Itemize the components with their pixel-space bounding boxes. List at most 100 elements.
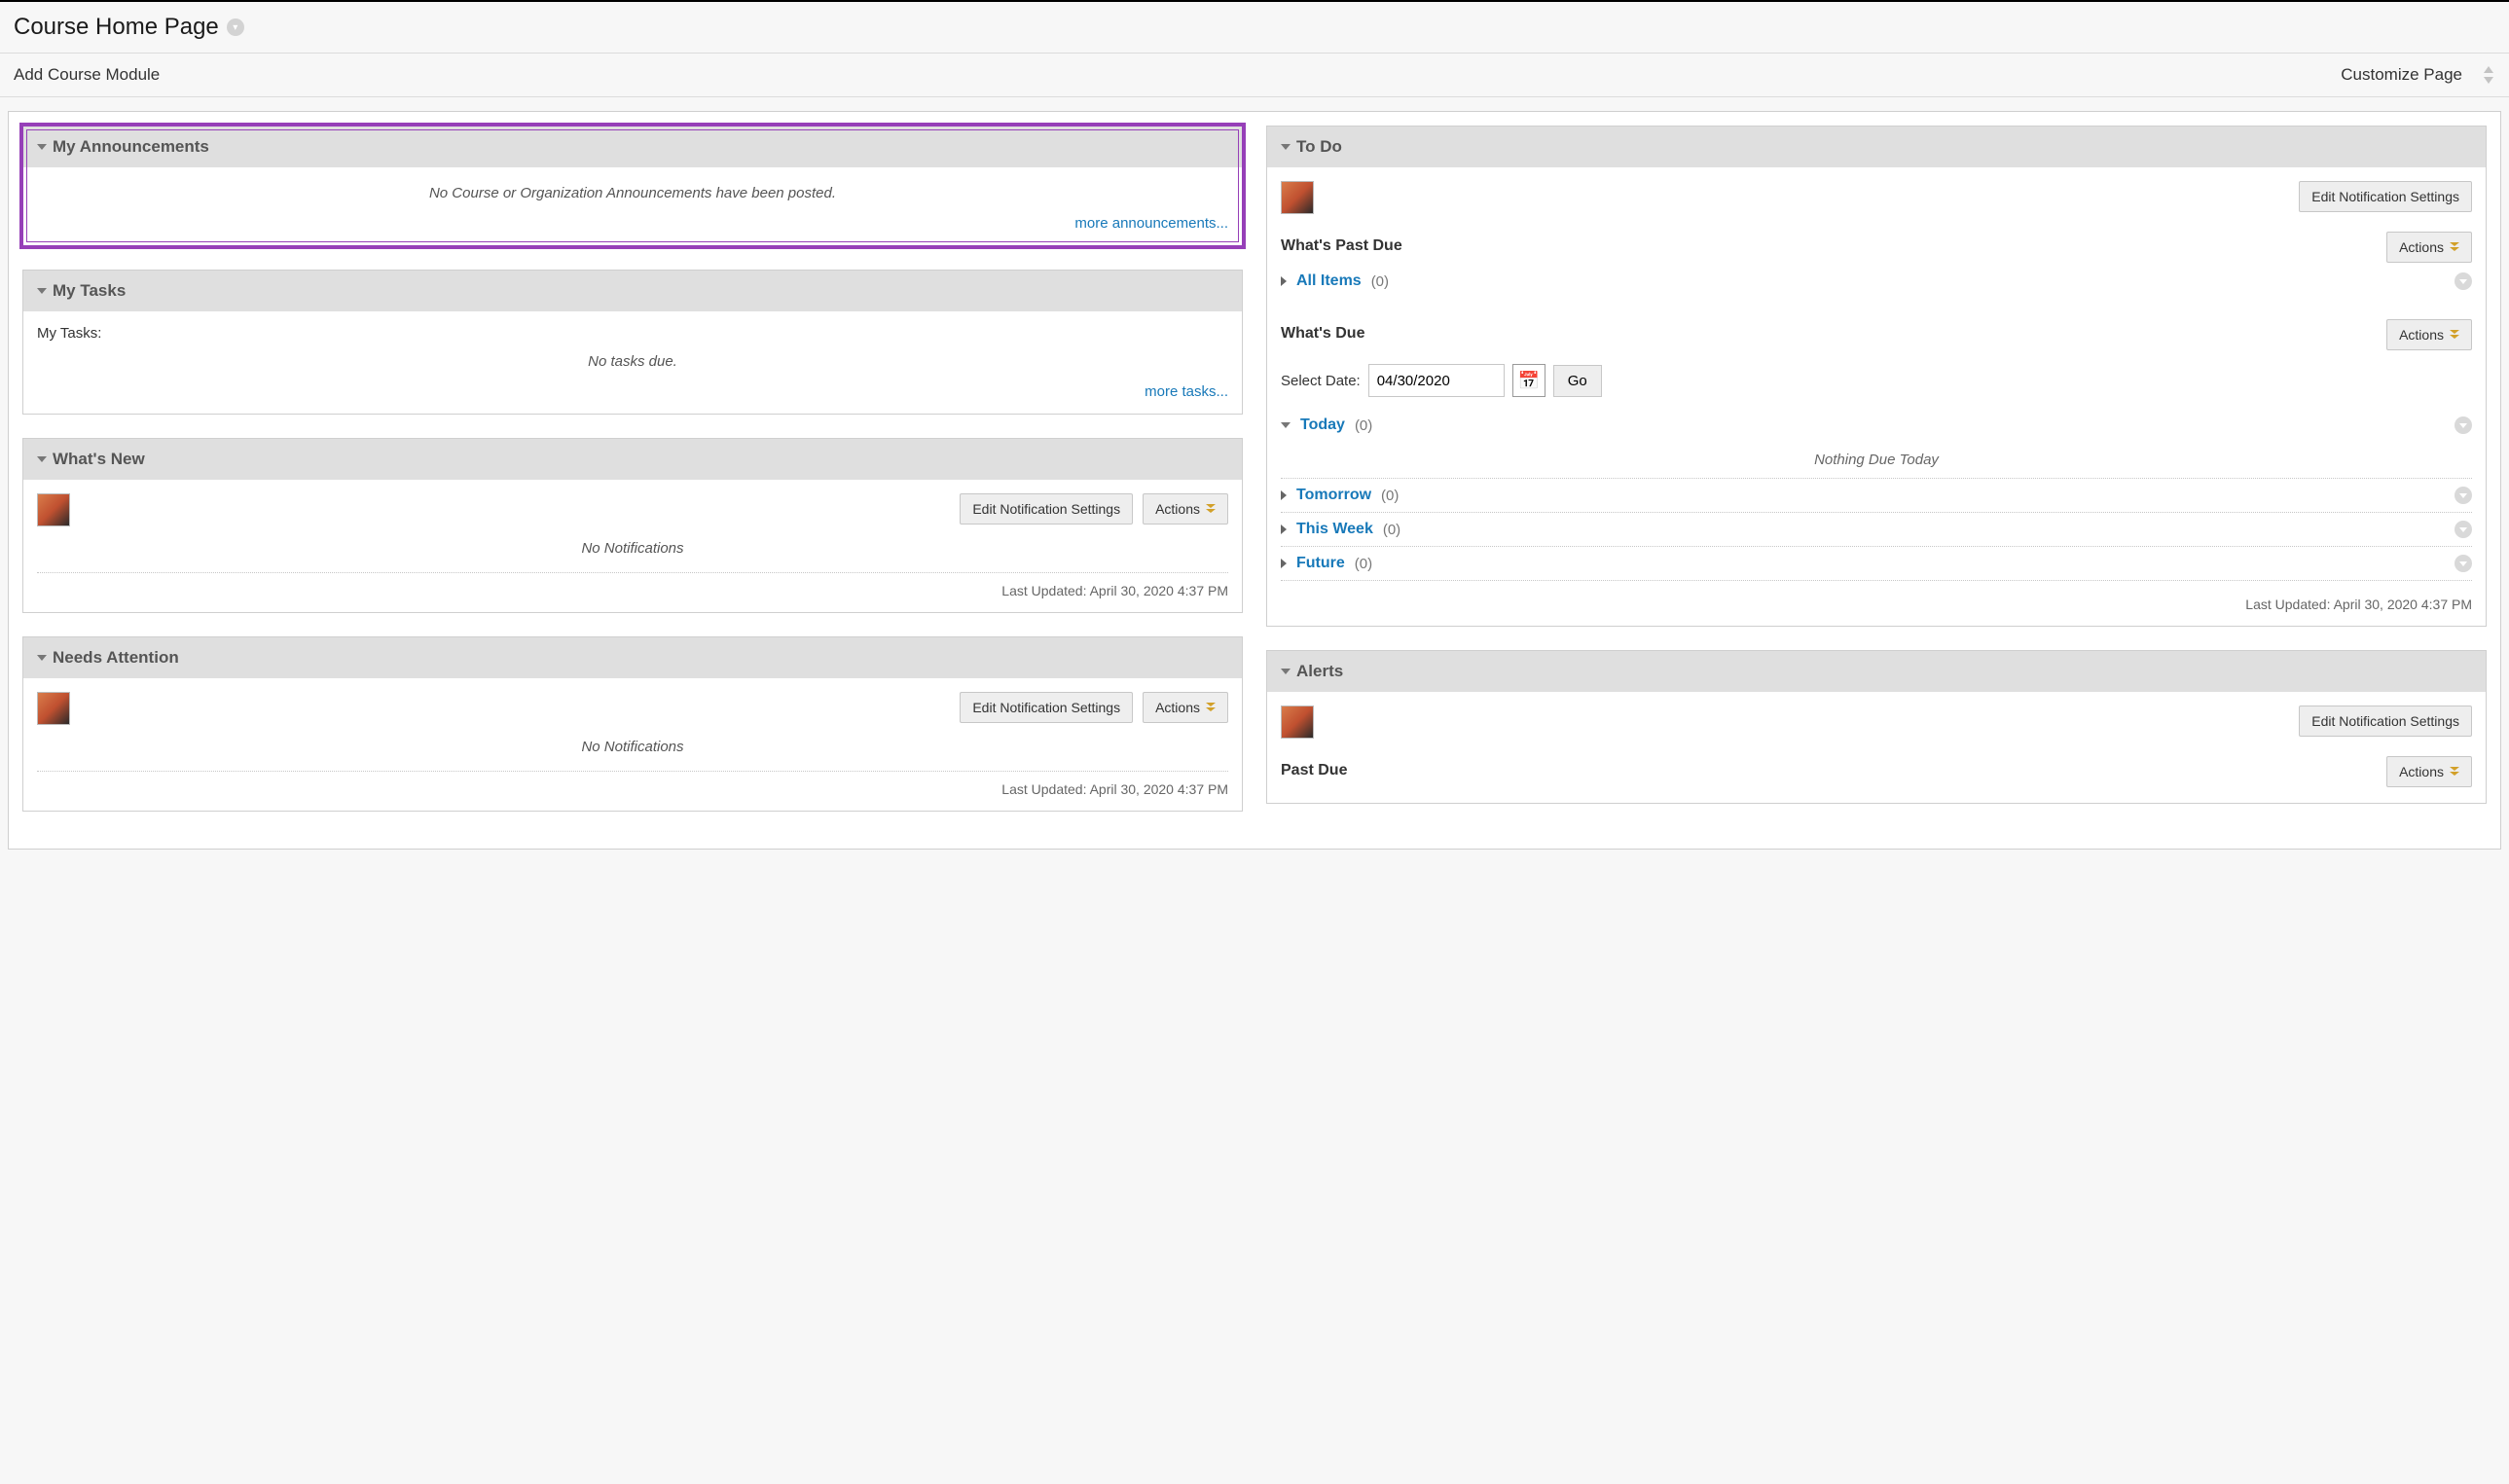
- collapse-icon: [1281, 669, 1291, 674]
- chevron-down-icon: [2450, 330, 2459, 342]
- needs-attention-header[interactable]: Needs Attention: [23, 637, 1242, 678]
- edit-notification-settings-button[interactable]: Edit Notification Settings: [2299, 706, 2472, 737]
- add-module-link[interactable]: Add Course Module: [14, 65, 160, 85]
- title-menu-icon[interactable]: ▾: [227, 18, 244, 36]
- announcements-body: No Course or Organization Announcements …: [23, 167, 1242, 245]
- this-week-link: This Week: [1296, 521, 1373, 538]
- columns: My Announcements No Course or Organizati…: [22, 126, 2487, 835]
- future-link: Future: [1296, 555, 1345, 572]
- future-row[interactable]: Future (0): [1281, 547, 2472, 581]
- whats-new-header[interactable]: What's New: [23, 439, 1242, 480]
- avatar: [37, 692, 70, 725]
- chevron-circle-icon[interactable]: [2454, 272, 2472, 290]
- alerts-title: Alerts: [1296, 662, 1343, 681]
- calendar-icon[interactable]: 📅: [1512, 364, 1545, 397]
- whats-new-updated: Last Updated: April 30, 2020 4:37 PM: [37, 583, 1228, 598]
- whats-new-body: Edit Notification Settings Actions No No…: [23, 480, 1242, 612]
- alerts-header[interactable]: Alerts: [1267, 651, 2486, 692]
- page-title-text: Course Home Page: [14, 14, 219, 41]
- chevron-down-icon: [1206, 703, 1216, 714]
- needs-attention-empty: No Notifications: [37, 735, 1228, 761]
- avatar: [1281, 181, 1314, 214]
- chevron-circle-icon[interactable]: [2454, 416, 2472, 434]
- go-button[interactable]: Go: [1553, 365, 1602, 397]
- collapse-icon: [37, 655, 47, 661]
- left-column: My Announcements No Course or Organizati…: [22, 126, 1243, 835]
- todo-updated: Last Updated: April 30, 2020 4:37 PM: [1281, 597, 2472, 612]
- page-title: Course Home Page ▾: [14, 14, 2495, 41]
- collapse-icon: [37, 456, 47, 462]
- announcements-empty: No Course or Organization Announcements …: [37, 181, 1228, 207]
- expand-icon: [1281, 559, 1287, 568]
- reorder-icon[interactable]: [2478, 66, 2495, 84]
- chevron-circle-icon[interactable]: [2454, 487, 2472, 504]
- all-items-link: All Items: [1296, 272, 1362, 290]
- today-row[interactable]: Today (0): [1281, 409, 2472, 442]
- module-container: My Announcements No Course or Organizati…: [8, 111, 2501, 850]
- edit-notification-settings-button[interactable]: Edit Notification Settings: [2299, 181, 2472, 212]
- todo-header[interactable]: To Do: [1267, 127, 2486, 167]
- tasks-body: My Tasks: No tasks due. more tasks...: [23, 311, 1242, 414]
- chevron-down-icon: [2450, 242, 2459, 254]
- chevron-circle-icon[interactable]: [2454, 555, 2472, 572]
- edit-notification-settings-button[interactable]: Edit Notification Settings: [960, 692, 1133, 723]
- edit-notification-settings-button[interactable]: Edit Notification Settings: [960, 493, 1133, 525]
- expand-icon: [1281, 276, 1287, 286]
- chevron-circle-icon[interactable]: [2454, 521, 2472, 538]
- whats-new-title: What's New: [53, 450, 145, 469]
- whats-new-module: What's New Edit Notification Settings Ac…: [22, 438, 1243, 613]
- todo-module: To Do Edit Notification Settings What's …: [1266, 126, 2487, 627]
- date-picker-row: Select Date: 📅 Go: [1281, 364, 2472, 397]
- today-count: (0): [1355, 417, 1372, 434]
- actions-button[interactable]: Actions: [1143, 493, 1228, 525]
- nothing-due-today: Nothing Due Today: [1281, 442, 2472, 479]
- tomorrow-row[interactable]: Tomorrow (0): [1281, 479, 2472, 513]
- avatar: [1281, 706, 1314, 739]
- needs-attention-module: Needs Attention Edit Notification Settin…: [22, 636, 1243, 812]
- needs-attention-title: Needs Attention: [53, 648, 179, 668]
- actions-button[interactable]: Actions: [1143, 692, 1228, 723]
- this-week-row[interactable]: This Week (0): [1281, 513, 2472, 547]
- actions-button[interactable]: Actions: [2386, 319, 2472, 350]
- alerts-module: Alerts Edit Notification Settings Past D…: [1266, 650, 2487, 804]
- collapse-icon: [37, 144, 47, 150]
- customize-page-link[interactable]: Customize Page: [2341, 65, 2462, 85]
- right-column: To Do Edit Notification Settings What's …: [1266, 126, 2487, 827]
- whats-due-heading: What's Due: [1281, 325, 1364, 343]
- select-date-label: Select Date:: [1281, 373, 1361, 389]
- expand-icon: [1281, 525, 1287, 534]
- all-items-row[interactable]: All Items (0): [1281, 265, 2472, 298]
- announcements-title: My Announcements: [53, 137, 209, 157]
- needs-attention-body: Edit Notification Settings Actions No No…: [23, 678, 1242, 811]
- collapse-icon: [1281, 422, 1291, 428]
- whats-new-empty: No Notifications: [37, 536, 1228, 562]
- this-week-count: (0): [1383, 522, 1400, 538]
- tasks-header[interactable]: My Tasks: [23, 271, 1242, 311]
- actions-button[interactable]: Actions: [2386, 232, 2472, 263]
- todo-body: Edit Notification Settings What's Past D…: [1267, 167, 2486, 626]
- today-link: Today: [1300, 416, 1345, 434]
- actions-button[interactable]: Actions: [2386, 756, 2472, 787]
- chevron-down-icon: [1206, 504, 1216, 516]
- all-items-count: (0): [1371, 273, 1389, 290]
- date-input[interactable]: [1368, 364, 1505, 397]
- action-bar-right: Customize Page: [2341, 65, 2495, 85]
- todo-title: To Do: [1296, 137, 1342, 157]
- announcements-module: My Announcements No Course or Organizati…: [22, 126, 1243, 246]
- tasks-label: My Tasks:: [37, 325, 1228, 342]
- past-due-heading: What's Past Due: [1281, 237, 1402, 255]
- alerts-past-due-heading: Past Due: [1281, 762, 1347, 779]
- needs-attention-updated: Last Updated: April 30, 2020 4:37 PM: [37, 781, 1228, 797]
- collapse-icon: [37, 288, 47, 294]
- divider: [37, 771, 1228, 772]
- more-announcements-link[interactable]: more announcements...: [1074, 215, 1228, 232]
- chevron-down-icon: [2450, 767, 2459, 778]
- tasks-module: My Tasks My Tasks: No tasks due. more ta…: [22, 270, 1243, 415]
- more-tasks-link[interactable]: more tasks...: [1145, 383, 1228, 400]
- announcements-header[interactable]: My Announcements: [23, 127, 1242, 167]
- future-count: (0): [1355, 556, 1372, 572]
- alerts-body: Edit Notification Settings Past Due Acti…: [1267, 692, 2486, 803]
- page-header: Course Home Page ▾: [0, 0, 2509, 53]
- tomorrow-link: Tomorrow: [1296, 487, 1371, 504]
- expand-icon: [1281, 490, 1287, 500]
